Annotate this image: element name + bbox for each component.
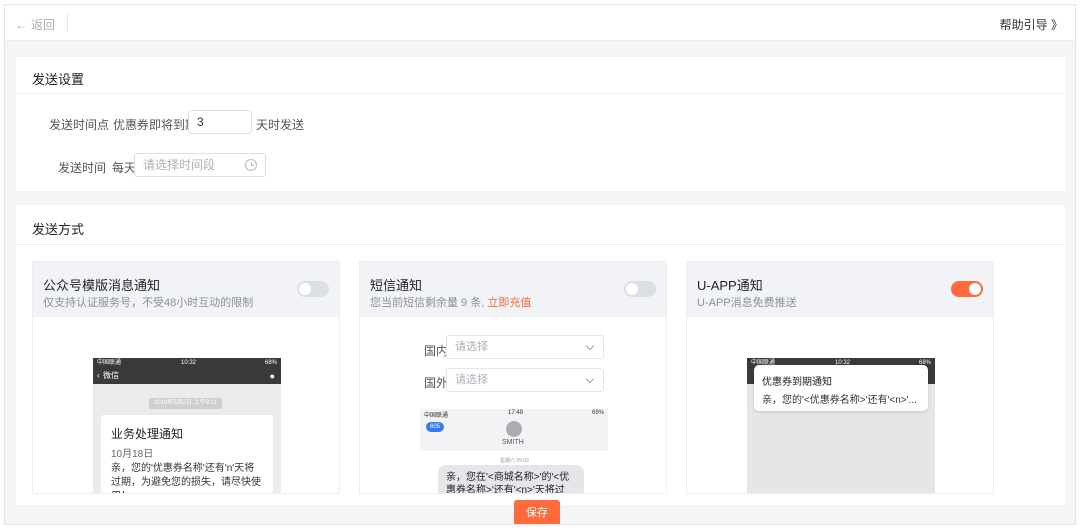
contact-name: SMITH [502, 439, 524, 446]
clock-time: 17:49 [508, 410, 524, 416]
send-time-label: 发送时间 [58, 161, 107, 175]
wechat-toggle[interactable] [297, 281, 329, 297]
contact-avatar-icon [506, 421, 522, 437]
notif-body: 亲，您的'<优惠券名称>'还有'<n>'... [762, 395, 917, 406]
method-desc: 仅支持认证服务号，不受48小时互动的限制 [43, 297, 254, 309]
domestic-label: 国内 [424, 344, 449, 358]
time-range-picker[interactable]: 请选择时间段 [134, 153, 266, 177]
sms-bubble: 亲，您在'<商城名称>'的'<优惠券名称>'还有'<n>'天将过 [438, 465, 584, 493]
chevron-down-icon [585, 341, 595, 351]
back-button[interactable]: ← 返回 [15, 16, 55, 33]
battery: 69% [591, 410, 604, 416]
time-range-placeholder: 请选择时间段 [143, 158, 216, 172]
back-arrow-icon: ← [15, 18, 27, 32]
back-chevron-icon: ‹ [97, 371, 100, 380]
msg-time: 星期六 09:02 [500, 458, 529, 464]
help-guide-link[interactable]: 帮助引导 》 [1000, 16, 1063, 33]
foreign-select[interactable]: 请选择 [446, 368, 604, 392]
toggle-knob [299, 283, 311, 295]
carrier: 中国联通 [424, 413, 449, 419]
toggle-knob [969, 283, 981, 295]
method-title: 短信通知 [370, 278, 423, 293]
msg-date: 10月18日 [111, 449, 154, 460]
toggle-knob [626, 283, 638, 295]
method-title: 公众号模版消息通知 [43, 278, 161, 293]
divider [67, 14, 68, 32]
status-bar: 中国联通 10:32 68% [93, 358, 281, 368]
method-header: 短信通知 您当前短信剩余量 9 条, 立即充值 [360, 262, 666, 317]
wechat-template-method: 公众号模版消息通知 仅支持认证服务号，不受48小时互动的限制 中国联通 10:3… [32, 261, 340, 494]
notif-title: 优惠券到期通知 [762, 377, 832, 388]
every-day-label: 每天 [112, 161, 137, 175]
time-point-label: 发送时间点 [49, 118, 110, 132]
send-methods-title: 发送方式 [32, 222, 85, 237]
carrier: 中国联通 [97, 360, 122, 366]
date-chip: 2018年5月2日 上午9:11 [149, 398, 222, 409]
send-settings-card: 发送设置 发送时间点 优惠券即将到期前 3 天时发送 发送时间 每天 请选择时间… [16, 57, 1065, 191]
method-desc: 您当前短信剩余量 9 条, 立即充值 [370, 294, 531, 310]
clock-icon [245, 159, 257, 171]
sms-phone-preview: 中国联通 17:49 69% 605 SMITH 星期六 09:02 亲，您在'… [420, 409, 608, 493]
sms-method: 短信通知 您当前短信剩余量 9 条, 立即充值 国内 请选择 国外 请选择 中国… [359, 261, 667, 494]
clock-time: 10:32 [181, 360, 197, 366]
days-input[interactable]: 3 [188, 110, 252, 134]
domestic-placeholder: 请选择 [455, 341, 488, 353]
divider [16, 93, 1065, 94]
method-header: U-APP通知 U-APP消息免费推送 [687, 262, 993, 317]
save-button[interactable]: 保存 [514, 500, 560, 524]
top-bar: ← 返回 帮助引导 》 [5, 5, 1075, 41]
send-settings-title: 发送设置 [32, 72, 85, 87]
recharge-link[interactable]: 立即充值 [487, 297, 531, 309]
uapp-phone-preview: 中国联通 10:32 68% 优惠券到期通知 亲，您的'<优惠券名称>'还有'<… [747, 358, 935, 493]
battery: 68% [264, 360, 277, 366]
method-header: 公众号模版消息通知 仅支持认证服务号，不受48小时互动的限制 [33, 262, 339, 317]
foreign-placeholder: 请选择 [455, 374, 488, 386]
person-icon: ● [269, 371, 275, 381]
wechat-nav-bar: ‹ 微信 ● [93, 368, 281, 384]
app-frame: ← 返回 帮助引导 》 发送设置 发送时间点 优惠券即将到期前 3 天时发送 发送… [4, 4, 1076, 525]
method-desc: U-APP消息免费推送 [697, 297, 797, 309]
chevron-down-icon [585, 374, 595, 384]
time-point-suffix: 天时发送 [256, 118, 305, 132]
sms-toggle[interactable] [624, 281, 656, 297]
divider [16, 244, 1065, 245]
back-label: 返回 [31, 18, 56, 32]
wechat-back-label: 微信 [103, 371, 119, 380]
uapp-method: U-APP通知 U-APP消息免费推送 中国联通 10:32 68% 优惠券到期… [686, 261, 994, 494]
method-title: U-APP通知 [697, 278, 763, 293]
msg-title: 业务处理通知 [111, 427, 184, 441]
sms-remaining-text: 您当前短信剩余量 9 条, [370, 297, 485, 309]
uapp-toggle[interactable] [951, 281, 983, 297]
sms-header: 中国联通 17:49 69% 605 SMITH [420, 409, 608, 451]
back-count-badge[interactable]: 605 [426, 422, 445, 432]
wechat-phone-preview: 中国联通 10:32 68% ‹ 微信 ● 2018年5月2日 上午9:11 业… [93, 358, 281, 493]
domestic-select[interactable]: 请选择 [446, 335, 604, 359]
msg-body: 亲，您的'优惠券名称'还有'n'天将过期，为避免您的损失，请尽快使用！ [111, 463, 261, 493]
foreign-label: 国外 [424, 376, 449, 390]
template-message: 业务处理通知 10月18日 亲，您的'优惠券名称'还有'n'天将过期，为避免您的… [101, 415, 273, 493]
push-notification: 优惠券到期通知 亲，您的'<优惠券名称>'还有'<n>'... [754, 365, 928, 411]
